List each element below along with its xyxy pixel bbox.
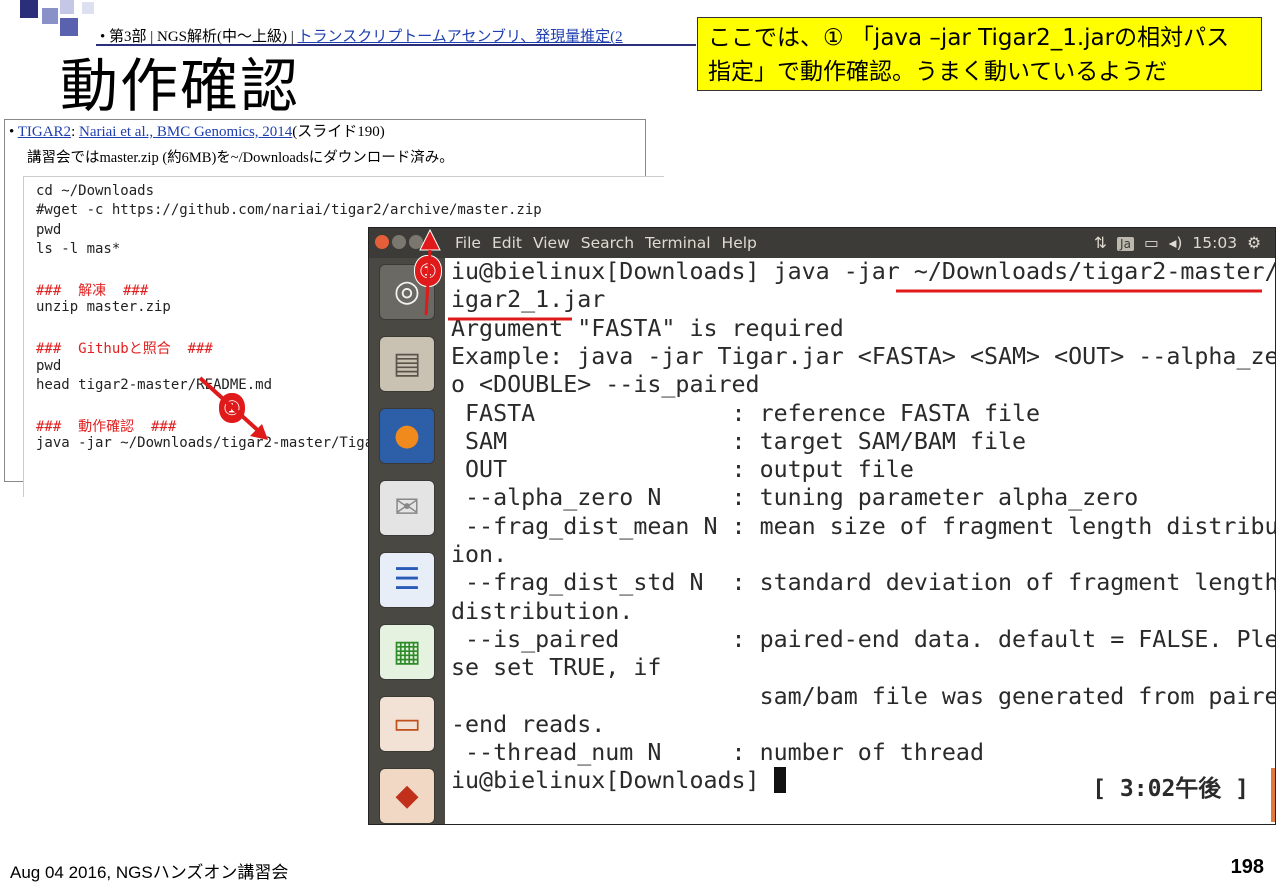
battery-icon[interactable]: ▭	[1144, 234, 1159, 252]
reference-colon: :	[71, 124, 79, 140]
minimize-icon[interactable]	[392, 235, 406, 249]
slide-decoration	[20, 0, 100, 40]
code-line: #wget -c https://github.com/nariai/tigar…	[36, 202, 542, 219]
terminal-line: -end reads.	[451, 710, 606, 738]
terminal-output[interactable]: iu@bielinux[Downloads] java -jar ~/Downl…	[445, 258, 1275, 824]
menu-edit[interactable]: Edit	[492, 234, 522, 252]
keyboard-lang-icon[interactable]: Ja	[1117, 237, 1134, 251]
terminal-line: ion.	[451, 541, 508, 568]
terminal-line: OUT : output file	[451, 456, 914, 484]
breadcrumb: • 第3部 | NGS解析(中～上級) | トランスクリプトームアセンブリ、発現…	[100, 25, 623, 46]
software-center-icon[interactable]: ◆	[379, 768, 435, 824]
menu-help[interactable]: Help	[722, 234, 757, 252]
menu-view[interactable]: View	[533, 234, 570, 252]
step-marker-badge: ①	[414, 255, 442, 287]
code-comment-line: ### 解凍 ###	[36, 283, 149, 299]
download-note: 講習会ではmaster.zip (約6MB)を~/Downloadsにダウンロー…	[27, 150, 454, 166]
code-line: unzip master.zip	[36, 299, 171, 316]
terminal-line: o <DOUBLE> --is_paired	[451, 371, 760, 399]
reference-suffix: (スライド190)	[292, 124, 385, 140]
clock-display[interactable]: 15:03	[1192, 234, 1237, 252]
code-line: pwd	[36, 221, 62, 238]
page-number: 198	[1230, 856, 1264, 878]
network-icon[interactable]: ⇅	[1094, 234, 1107, 252]
breadcrumb-link[interactable]: トランスクリプトームアセンブリ、発現量推定(2	[298, 29, 623, 45]
terminal-prompt-line: iu@bielinux[Downloads]	[451, 767, 786, 795]
system-tray: ⇅ Ja ▭ ◂) 15:03 ⚙	[1084, 234, 1261, 252]
settings-gear-icon[interactable]: ⚙	[1247, 234, 1261, 252]
code-comment-line: ### 動作確認 ###	[36, 418, 177, 435]
tool-link[interactable]: TIGAR2	[18, 124, 71, 140]
close-icon[interactable]	[375, 235, 389, 249]
terminal-line: se set TRUE, if	[451, 654, 662, 682]
terminal-line: --frag_dist_mean N : mean size of fragme…	[451, 512, 1275, 540]
code-line: pwd	[36, 357, 62, 374]
menu-file[interactable]: File	[455, 234, 481, 252]
menu-search[interactable]: Search	[581, 234, 634, 252]
terminal-line: iu@bielinux[Downloads] java -jar ~/Downl…	[451, 258, 1275, 285]
terminal-prompt: iu@bielinux[Downloads]	[451, 767, 774, 795]
mail-icon[interactable]: ✉	[379, 480, 435, 536]
menu-terminal[interactable]: Terminal	[645, 234, 711, 252]
terminal-line: Example: java -jar Tigar.jar <FASTA> <SA…	[451, 342, 1275, 370]
footer-label: Aug 04 2016, NGSハンズオン講習会	[10, 863, 289, 882]
window-controls	[375, 235, 426, 253]
terminal-line: Argument "FASTA" is required	[451, 314, 844, 342]
calc-icon[interactable]: ▦	[379, 624, 435, 680]
terminal-line: igar2_1.jar	[451, 286, 606, 314]
maximize-icon[interactable]	[409, 235, 423, 249]
files-icon[interactable]: ▤	[379, 336, 435, 392]
terminal-line: --alpha_zero N : tuning parameter alpha_…	[451, 484, 1139, 512]
reference-bullet: •	[9, 124, 18, 140]
scrollbar[interactable]	[1271, 768, 1275, 822]
terminal-line: SAM : target SAM/BAM file	[451, 427, 1027, 455]
terminal-line: --thread_num N : number of thread	[451, 739, 984, 767]
code-line: ls -l mas*	[36, 241, 121, 258]
menu-list: File Edit View Search Terminal Help	[455, 234, 768, 252]
terminal-line: --is_paired : paired-end data. default =…	[451, 625, 1275, 653]
terminal-line: sam/bam file was generated from paired	[451, 682, 1275, 710]
prompt-clock: [ 3:02午後 ]	[1092, 776, 1249, 803]
code-comment-line: ### Githubと照合 ###	[36, 341, 213, 358]
writer-icon[interactable]: ☰	[379, 552, 435, 608]
reference-line: • TIGAR2: Nariai et al., BMC Genomics, 2…	[9, 120, 385, 144]
menu-bar: File Edit View Search Terminal Help ⇅ Ja ▭ ◂) 15:…	[369, 228, 1275, 258]
terminal-line: FASTA : reference FASTA file	[451, 399, 1041, 427]
breadcrumb-prefix: • 第3部 | NGS解析(中～上級) |	[100, 29, 298, 45]
launcher-sidebar: ◎ ▤ ● ✉ ☰ ▦ ▭ ◆	[369, 258, 445, 824]
text-cursor	[773, 767, 786, 794]
code-line: head tigar2-master/README.md	[36, 377, 273, 393]
firefox-icon[interactable]: ●	[379, 408, 435, 464]
callout-box: ここでは、① 「java –jar Tigar2_1.jarの相対パス指定」で動…	[697, 17, 1262, 91]
volume-icon[interactable]: ◂)	[1169, 234, 1183, 252]
impress-icon[interactable]: ▭	[379, 696, 435, 752]
citation-link[interactable]: Nariai et al., BMC Genomics, 2014	[79, 124, 292, 140]
terminal-window[interactable]: File Edit View Search Terminal Help ⇅ Ja ▭ ◂) 15:…	[368, 227, 1276, 825]
terminal-line: distribution.	[451, 597, 634, 625]
step-marker-badge: ①	[218, 392, 246, 424]
code-line: cd ~/Downloads	[36, 183, 155, 199]
slide-title: 動作確認	[60, 52, 301, 120]
terminal-line: --frag_dist_std N : standard deviation o…	[451, 569, 1275, 597]
